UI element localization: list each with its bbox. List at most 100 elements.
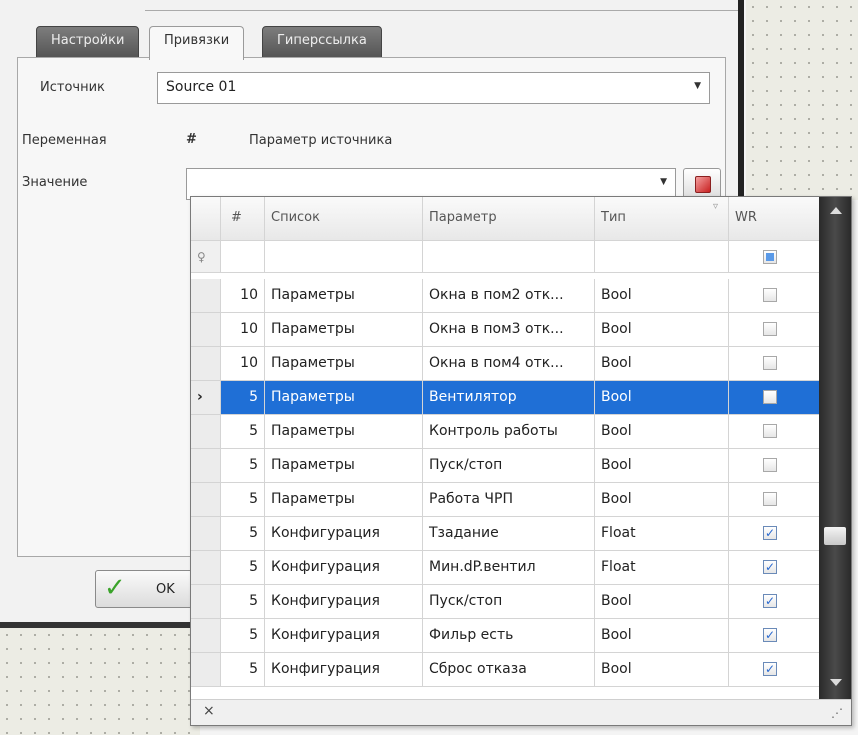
wr-checkbox[interactable] [763,322,777,336]
row-wr-cell[interactable]: ✓ [729,551,819,585]
vertical-scrollbar[interactable] [819,197,851,699]
wr-checkbox[interactable] [763,356,777,370]
row-wr-cell[interactable] [729,347,819,381]
row-type-cell[interactable]: Bool [595,313,729,347]
table-row[interactable]: 5 Конфигурация Тзадание Float ✓ [191,517,819,551]
table-row[interactable]: 10 Параметры Окна в пом3 отк... Bool [191,313,819,347]
row-type-cell[interactable]: Bool [595,347,729,381]
row-param-cell[interactable]: Окна в пом4 отк... [423,347,595,381]
row-param-cell[interactable]: Тзадание [423,517,595,551]
row-list-cell[interactable]: Параметры [265,415,423,449]
wr-checkbox[interactable] [763,390,777,404]
row-wr-cell[interactable]: ✓ [729,517,819,551]
row-param-cell[interactable]: Окна в пом3 отк... [423,313,595,347]
row-wr-cell[interactable] [729,483,819,517]
row-list-cell[interactable]: Конфигурация [265,585,423,619]
row-num-cell[interactable]: 5 [221,449,265,483]
wr-checkbox[interactable] [763,288,777,302]
row-num-cell[interactable]: 10 [221,313,265,347]
row-type-cell[interactable]: Bool [595,619,729,653]
row-list-cell[interactable]: Параметры [265,483,423,517]
column-header-param[interactable]: Параметр [423,197,595,241]
row-type-cell[interactable]: Bool [595,381,729,415]
wr-checkbox[interactable] [763,458,777,472]
filter-param-cell[interactable] [423,241,595,273]
wr-checkbox[interactable] [763,492,777,506]
row-list-cell[interactable]: Параметры [265,381,423,415]
row-type-cell[interactable]: Bool [595,449,729,483]
resize-grip-icon[interactable]: ⋰ [831,706,843,720]
tab-bindings[interactable]: Привязки [149,26,245,60]
row-num-cell[interactable]: 5 [221,415,265,449]
filter-wr-checkbox[interactable] [763,250,777,264]
table-row[interactable]: 10 Параметры Окна в пом2 отк... Bool [191,279,819,313]
row-param-cell[interactable]: Пуск/стоп [423,585,595,619]
row-param-cell[interactable]: Окна в пом2 отк... [423,279,595,313]
row-num-cell[interactable]: 5 [221,619,265,653]
column-header-num[interactable]: # [221,197,265,241]
column-header-wr[interactable]: WR [729,197,819,241]
table-row[interactable]: 5 Конфигурация Фильр есть Bool ✓ [191,619,819,653]
row-wr-cell[interactable]: ✓ [729,653,819,687]
wr-checkbox[interactable] [763,424,777,438]
row-num-cell[interactable]: 10 [221,279,265,313]
row-num-cell[interactable]: 5 [221,653,265,687]
row-list-cell[interactable]: Параметры [265,449,423,483]
table-row[interactable]: › 5 Параметры Вентилятор Bool [191,381,819,415]
scrollbar-thumb[interactable] [824,527,846,545]
row-wr-cell[interactable]: ✓ [729,585,819,619]
filter-icon[interactable]: ▿ [713,201,718,212]
table-row[interactable]: 5 Параметры Контроль работы Bool [191,415,819,449]
row-list-cell[interactable]: Параметры [265,279,423,313]
row-list-cell[interactable]: Параметры [265,313,423,347]
table-row[interactable]: 5 Параметры Работа ЧРП Bool [191,483,819,517]
row-type-cell[interactable]: Float [595,551,729,585]
row-list-cell[interactable]: Конфигурация [265,517,423,551]
row-list-cell[interactable]: Конфигурация [265,551,423,585]
wr-checkbox[interactable]: ✓ [763,628,777,642]
row-list-cell[interactable]: Конфигурация [265,619,423,653]
row-type-cell[interactable]: Bool [595,415,729,449]
table-row[interactable]: 5 Конфигурация Пуск/стоп Bool ✓ [191,585,819,619]
scroll-down-icon[interactable] [830,679,842,686]
clear-filter-icon[interactable]: × [203,703,215,719]
row-param-cell[interactable]: Вентилятор [423,381,595,415]
wr-checkbox[interactable]: ✓ [763,526,777,540]
scroll-up-icon[interactable] [830,207,842,214]
row-num-cell[interactable]: 5 [221,483,265,517]
row-list-cell[interactable]: Конфигурация [265,653,423,687]
row-wr-cell[interactable] [729,449,819,483]
wr-checkbox[interactable]: ✓ [763,662,777,676]
column-header-list[interactable]: Список [265,197,423,241]
row-type-cell[interactable]: Bool [595,483,729,517]
tab-hyperlink[interactable]: Гиперссылка [262,26,382,58]
source-combobox[interactable]: Source 01 ▼ [157,72,710,104]
wr-checkbox[interactable]: ✓ [763,594,777,608]
row-param-cell[interactable]: Фильр есть [423,619,595,653]
row-num-cell[interactable]: 5 [221,585,265,619]
table-row[interactable]: 5 Конфигурация Мин.dP.вентил Float ✓ [191,551,819,585]
ok-button[interactable]: ✓ OK [95,570,205,608]
row-wr-cell[interactable]: ✓ [729,619,819,653]
tab-settings[interactable]: Настройки [36,26,140,58]
row-type-cell[interactable]: Bool [595,585,729,619]
filter-num-cell[interactable] [221,241,265,273]
row-wr-cell[interactable] [729,381,819,415]
row-num-cell[interactable]: 10 [221,347,265,381]
row-num-cell[interactable]: 5 [221,381,265,415]
row-type-cell[interactable]: Float [595,517,729,551]
filter-list-cell[interactable] [265,241,423,273]
table-row[interactable]: 10 Параметры Окна в пом4 отк... Bool [191,347,819,381]
row-num-cell[interactable]: 5 [221,517,265,551]
row-wr-cell[interactable] [729,279,819,313]
row-param-cell[interactable]: Работа ЧРП [423,483,595,517]
row-type-cell[interactable]: Bool [595,279,729,313]
filter-type-cell[interactable] [595,241,729,273]
row-wr-cell[interactable] [729,313,819,347]
table-row[interactable]: 5 Конфигурация Сброс отказа Bool ✓ [191,653,819,687]
row-list-cell[interactable]: Параметры [265,347,423,381]
row-param-cell[interactable]: Пуск/стоп [423,449,595,483]
column-header-type[interactable]: Тип ▿ [595,197,729,241]
filter-wr-cell[interactable] [729,241,819,273]
row-param-cell[interactable]: Сброс отказа [423,653,595,687]
